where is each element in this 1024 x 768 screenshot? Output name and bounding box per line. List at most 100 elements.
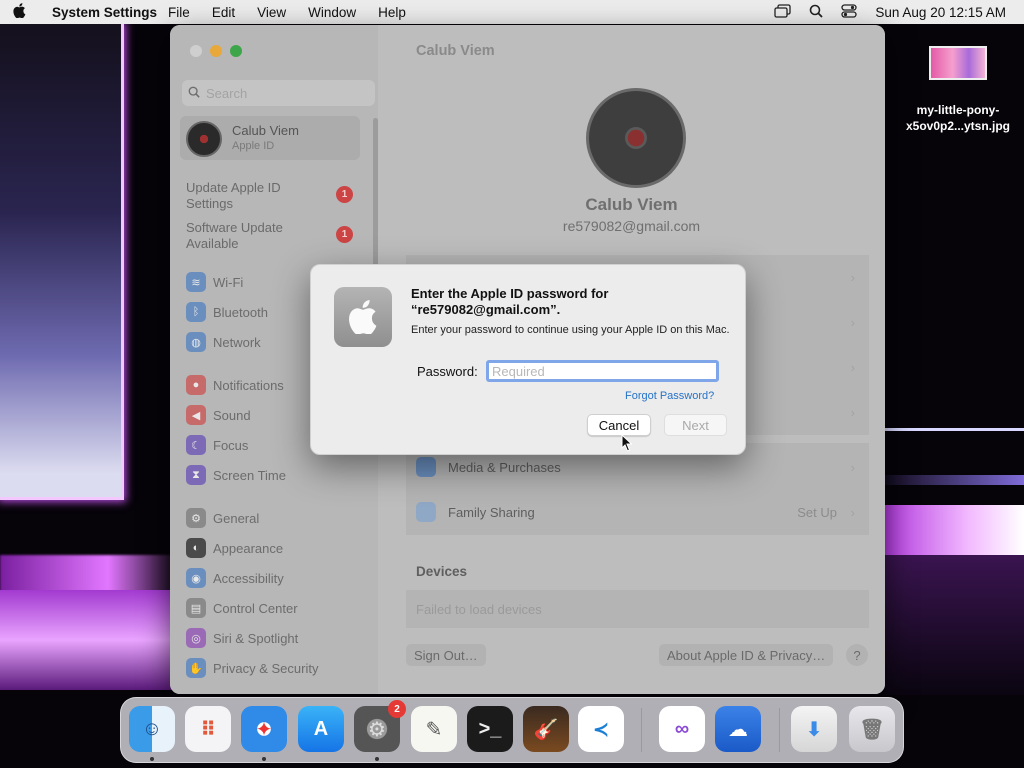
appearance-icon: ◐ — [186, 538, 206, 558]
sign-out-button[interactable]: Sign Out… — [406, 644, 486, 666]
sidebar-item-label: General — [213, 510, 260, 526]
row-value: Set Up — [797, 504, 837, 520]
sidebar-item-label: Sound — [213, 407, 251, 423]
bell-icon: ● — [186, 375, 206, 395]
sidebar-item-screen-time[interactable]: ⧗ Screen Time — [186, 465, 286, 485]
forgot-password-link[interactable]: Forgot Password? — [625, 390, 714, 402]
desktop-file[interactable]: my-little-pony-x5ov0p2...ytsn.jpg — [896, 46, 1020, 134]
password-field[interactable] — [486, 360, 719, 382]
wallpaper-streak — [884, 505, 1024, 555]
menu-help[interactable]: Help — [367, 5, 417, 20]
sidebar-item-label: Notifications — [213, 377, 284, 393]
launchpad-icon[interactable]: ⠿ — [185, 706, 231, 752]
weather-icon[interactable]: ☁ — [715, 706, 761, 752]
textedit-icon[interactable]: ✎ — [411, 706, 457, 752]
running-indicator — [375, 757, 379, 761]
sidebar-account-item[interactable]: Calub Viem Apple ID — [180, 116, 360, 160]
app-store-icon[interactable]: A — [298, 706, 344, 752]
trash-icon[interactable]: 🗑 — [849, 706, 895, 752]
spotlight-search-icon[interactable] — [809, 4, 824, 21]
chevron-right-icon: › — [850, 359, 855, 375]
sidebar-item-label: Wi-Fi — [213, 274, 244, 290]
wallpaper-streak — [884, 475, 1024, 485]
sidebar-item-appearance[interactable]: ◐ Appearance — [186, 538, 283, 558]
help-button[interactable]: ? — [846, 644, 868, 666]
sidebar-item-label: Privacy & Security — [213, 660, 319, 676]
wallpaper-panel — [0, 24, 124, 500]
family-sharing-row[interactable]: Family Sharing Set Up › — [406, 490, 869, 534]
search-placeholder: Search — [206, 85, 248, 101]
dock-badge: 2 — [388, 700, 406, 718]
screen-mirroring-icon[interactable] — [774, 3, 792, 21]
sidebar-item-wi-fi[interactable]: ≋ Wi-Fi — [186, 272, 243, 292]
wallpaper-streak — [884, 555, 1024, 695]
devices-message: Failed to load devices — [416, 601, 542, 617]
speaker-icon: ◀ — [186, 405, 206, 425]
minimize-window-button[interactable] — [210, 45, 222, 57]
sidebar-item-siri-spotlight[interactable]: ◎ Siri & Spotlight — [186, 628, 298, 648]
sidebar-item-label: Accessibility — [213, 570, 284, 586]
apple-logo-icon — [334, 287, 392, 347]
wallpaper-streak — [0, 590, 175, 690]
visual-studio-icon[interactable]: ∞ — [659, 706, 705, 752]
menu-file[interactable]: File — [157, 5, 201, 20]
sidebar-item-focus[interactable]: ☾ Focus — [186, 435, 248, 455]
profile-avatar[interactable] — [586, 88, 686, 188]
profile-email: re579082@gmail.com — [562, 218, 701, 234]
chevron-right-icon: › — [850, 314, 855, 330]
sidebar-item-notifications[interactable]: ● Notifications — [186, 375, 284, 395]
cancel-button[interactable]: Cancel — [587, 414, 651, 436]
menu-window[interactable]: Window — [297, 5, 367, 20]
next-button[interactable]: Next — [664, 414, 727, 436]
terminal-icon[interactable]: >_ — [467, 706, 513, 752]
control-center-icon[interactable] — [841, 3, 858, 21]
running-indicator — [262, 757, 266, 761]
family-icon — [416, 502, 436, 522]
menu-bar: System Settings File Edit View Window He… — [0, 0, 1024, 24]
finder-icon[interactable]: ☺ — [129, 706, 175, 752]
menu-view[interactable]: View — [246, 5, 297, 20]
downloads-folder-icon[interactable]: ⬇ — [791, 706, 837, 752]
hourglass-icon: ⧗ — [186, 465, 206, 485]
services-card: Media & Purchases › Family Sharing Set U… — [406, 443, 869, 535]
siri-icon: ◎ — [186, 628, 206, 648]
apple-menu-icon[interactable] — [0, 3, 38, 21]
wifi-icon: ≋ — [186, 272, 206, 292]
menu-edit[interactable]: Edit — [201, 5, 246, 20]
update-apple-id-link[interactable]: Update Apple ID Settings — [186, 180, 316, 212]
sidebar-item-general[interactable]: ⚙ General — [186, 508, 259, 528]
sidebar-item-control-center[interactable]: ▤ Control Center — [186, 598, 298, 618]
sidebar-item-bluetooth[interactable]: ᛒ Bluetooth — [186, 302, 268, 322]
profile-name: Calub Viem — [585, 195, 678, 214]
dialog-message: Enter your password to continue using yo… — [411, 324, 730, 336]
dock-separator — [779, 708, 780, 752]
sidebar-item-sound[interactable]: ◀ Sound — [186, 405, 251, 425]
software-update-link[interactable]: Software Update Available — [186, 220, 316, 252]
search-icon — [182, 86, 206, 101]
safari-icon[interactable]: ✦ — [241, 706, 287, 752]
sidebar-search[interactable]: Search — [182, 80, 375, 106]
menu-clock[interactable]: Sun Aug 20 12:15 AM — [875, 5, 1006, 20]
chevron-right-icon: › — [850, 504, 855, 520]
avatar — [186, 121, 222, 157]
globe-icon: ◍ — [186, 332, 206, 352]
mouse-cursor-icon — [621, 433, 633, 457]
sidebar-item-privacy-security[interactable]: ✋ Privacy & Security — [186, 658, 318, 678]
garageband-icon[interactable]: 🎸 — [523, 706, 569, 752]
about-apple-id-button[interactable]: About Apple ID & Privacy… — [659, 644, 834, 666]
system-settings-icon[interactable]: ⚙ 2 — [354, 700, 406, 752]
moon-icon: ☾ — [186, 435, 206, 455]
chevron-right-icon: › — [850, 269, 855, 285]
window-title: Calub Viem — [416, 43, 495, 59]
chevron-right-icon: › — [850, 459, 855, 475]
devices-card: Failed to load devices — [406, 590, 869, 628]
zoom-window-button[interactable] — [230, 45, 242, 57]
app-name-menu[interactable]: System Settings — [38, 5, 157, 20]
sidebar-item-network[interactable]: ◍ Network — [186, 332, 261, 352]
sidebar-item-accessibility[interactable]: ◉ Accessibility — [186, 568, 284, 588]
image-thumbnail — [929, 46, 987, 80]
vscode-icon[interactable]: ≺ — [578, 706, 624, 752]
account-name: Calub Viem — [232, 123, 299, 138]
close-window-button[interactable] — [190, 45, 202, 57]
sidebar-item-label: Bluetooth — [213, 304, 268, 320]
